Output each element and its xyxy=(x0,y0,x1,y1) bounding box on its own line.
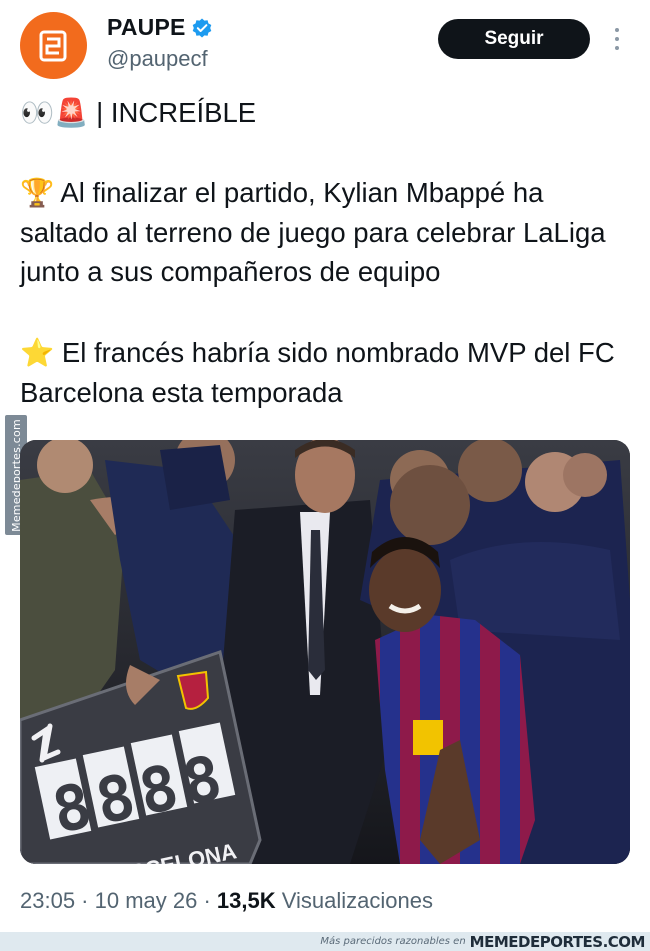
tweet-paragraph-3-text: El francés habría sido nombrado MVP del … xyxy=(20,337,615,408)
photo-illustration: 8888 ARCELONA xyxy=(20,440,630,864)
avatar[interactable] xyxy=(20,12,87,79)
more-options-icon[interactable] xyxy=(610,25,624,53)
dot xyxy=(615,37,619,41)
tweet-line-1: 👀🚨 | INCREÍBLE xyxy=(20,93,630,133)
tweet-line-1-text: | INCREÍBLE xyxy=(88,97,257,128)
tweet-time[interactable]: 23:05 xyxy=(20,888,75,913)
tweet-date[interactable]: 10 may 26 xyxy=(95,888,198,913)
tweet-meta: 23:05 · 10 may 26 · 13,5K Visualizacione… xyxy=(20,888,433,914)
separator: · xyxy=(197,888,217,913)
footer-watermark: Más parecidos razonables en MEMEDEPORTES… xyxy=(0,932,650,951)
footer-brand: MEMEDEPORTES.COM xyxy=(469,932,646,951)
follow-button[interactable]: Seguir xyxy=(438,19,590,59)
tweet-paragraph-2: 🏆 Al finalizar el partido, Kylian Mbappé… xyxy=(20,173,630,291)
author-display-name[interactable]: PAUPE xyxy=(107,14,186,41)
trophy-emoji: 🏆 xyxy=(20,177,55,209)
separator: · xyxy=(75,888,95,913)
eyes-siren-emoji: 👀🚨 xyxy=(20,97,89,129)
tweet-header: PAUPE @paupecf Seguir xyxy=(0,0,650,90)
footer-tagline: Más parecidos razonables en xyxy=(320,936,466,947)
dot xyxy=(615,28,619,32)
dot xyxy=(615,46,619,50)
views-label: Visualizaciones xyxy=(275,888,433,913)
tweet-paragraph-3: ⭐ El francés habría sido nombrado MVP de… xyxy=(20,333,630,412)
name-row: PAUPE xyxy=(107,14,213,41)
views-count: 13,5K xyxy=(216,888,276,913)
star-emoji: ⭐ xyxy=(20,337,55,369)
tweet-paragraph-2-text: Al finalizar el partido, Kylian Mbappé h… xyxy=(20,177,606,287)
paupe-logo-icon xyxy=(39,30,66,61)
author-handle[interactable]: @paupecf xyxy=(107,46,208,72)
tweet-photo[interactable]: 8888 ARCELONA xyxy=(20,440,630,864)
verified-badge-icon xyxy=(192,18,211,37)
